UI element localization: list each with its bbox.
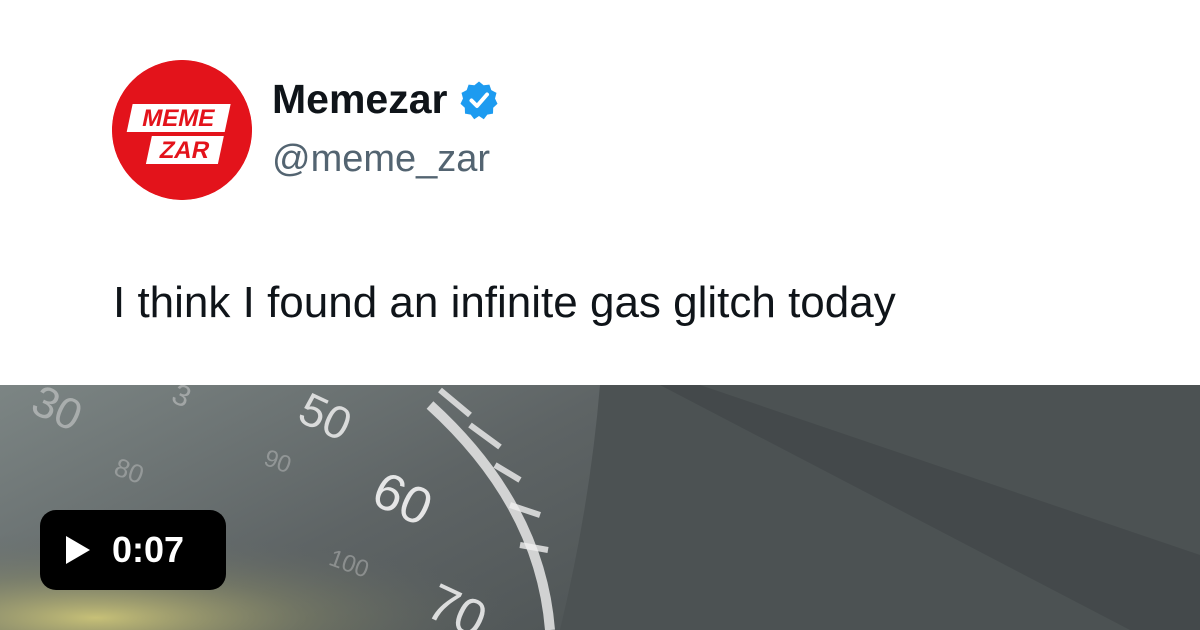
display-name-text[interactable]: Memezar [272,76,447,123]
author-display-name[interactable]: Memezar [272,76,499,123]
avatar-line-2: ZAR [157,137,212,164]
video-duration-badge[interactable]: 0:07 [40,510,226,590]
tweet-header: MEME ZAR Memezar @meme_zar I think I fou… [0,0,1200,385]
memezar-logo: MEME ZAR [112,60,252,200]
verified-badge-icon [459,80,499,120]
video-player[interactable]: 50 60 70 30 3 80 90 100 [0,385,1200,630]
play-icon[interactable] [64,534,92,566]
video-thumbnail: 50 60 70 30 3 80 90 100 [0,385,1200,630]
tweet-text: I think I found an infinite gas glitch t… [113,278,896,327]
video-duration: 0:07 [112,529,185,570]
avatar-line-1: MEME [140,105,218,132]
avatar[interactable]: MEME ZAR [112,60,252,200]
author-handle[interactable]: @meme_zar [272,138,490,181]
